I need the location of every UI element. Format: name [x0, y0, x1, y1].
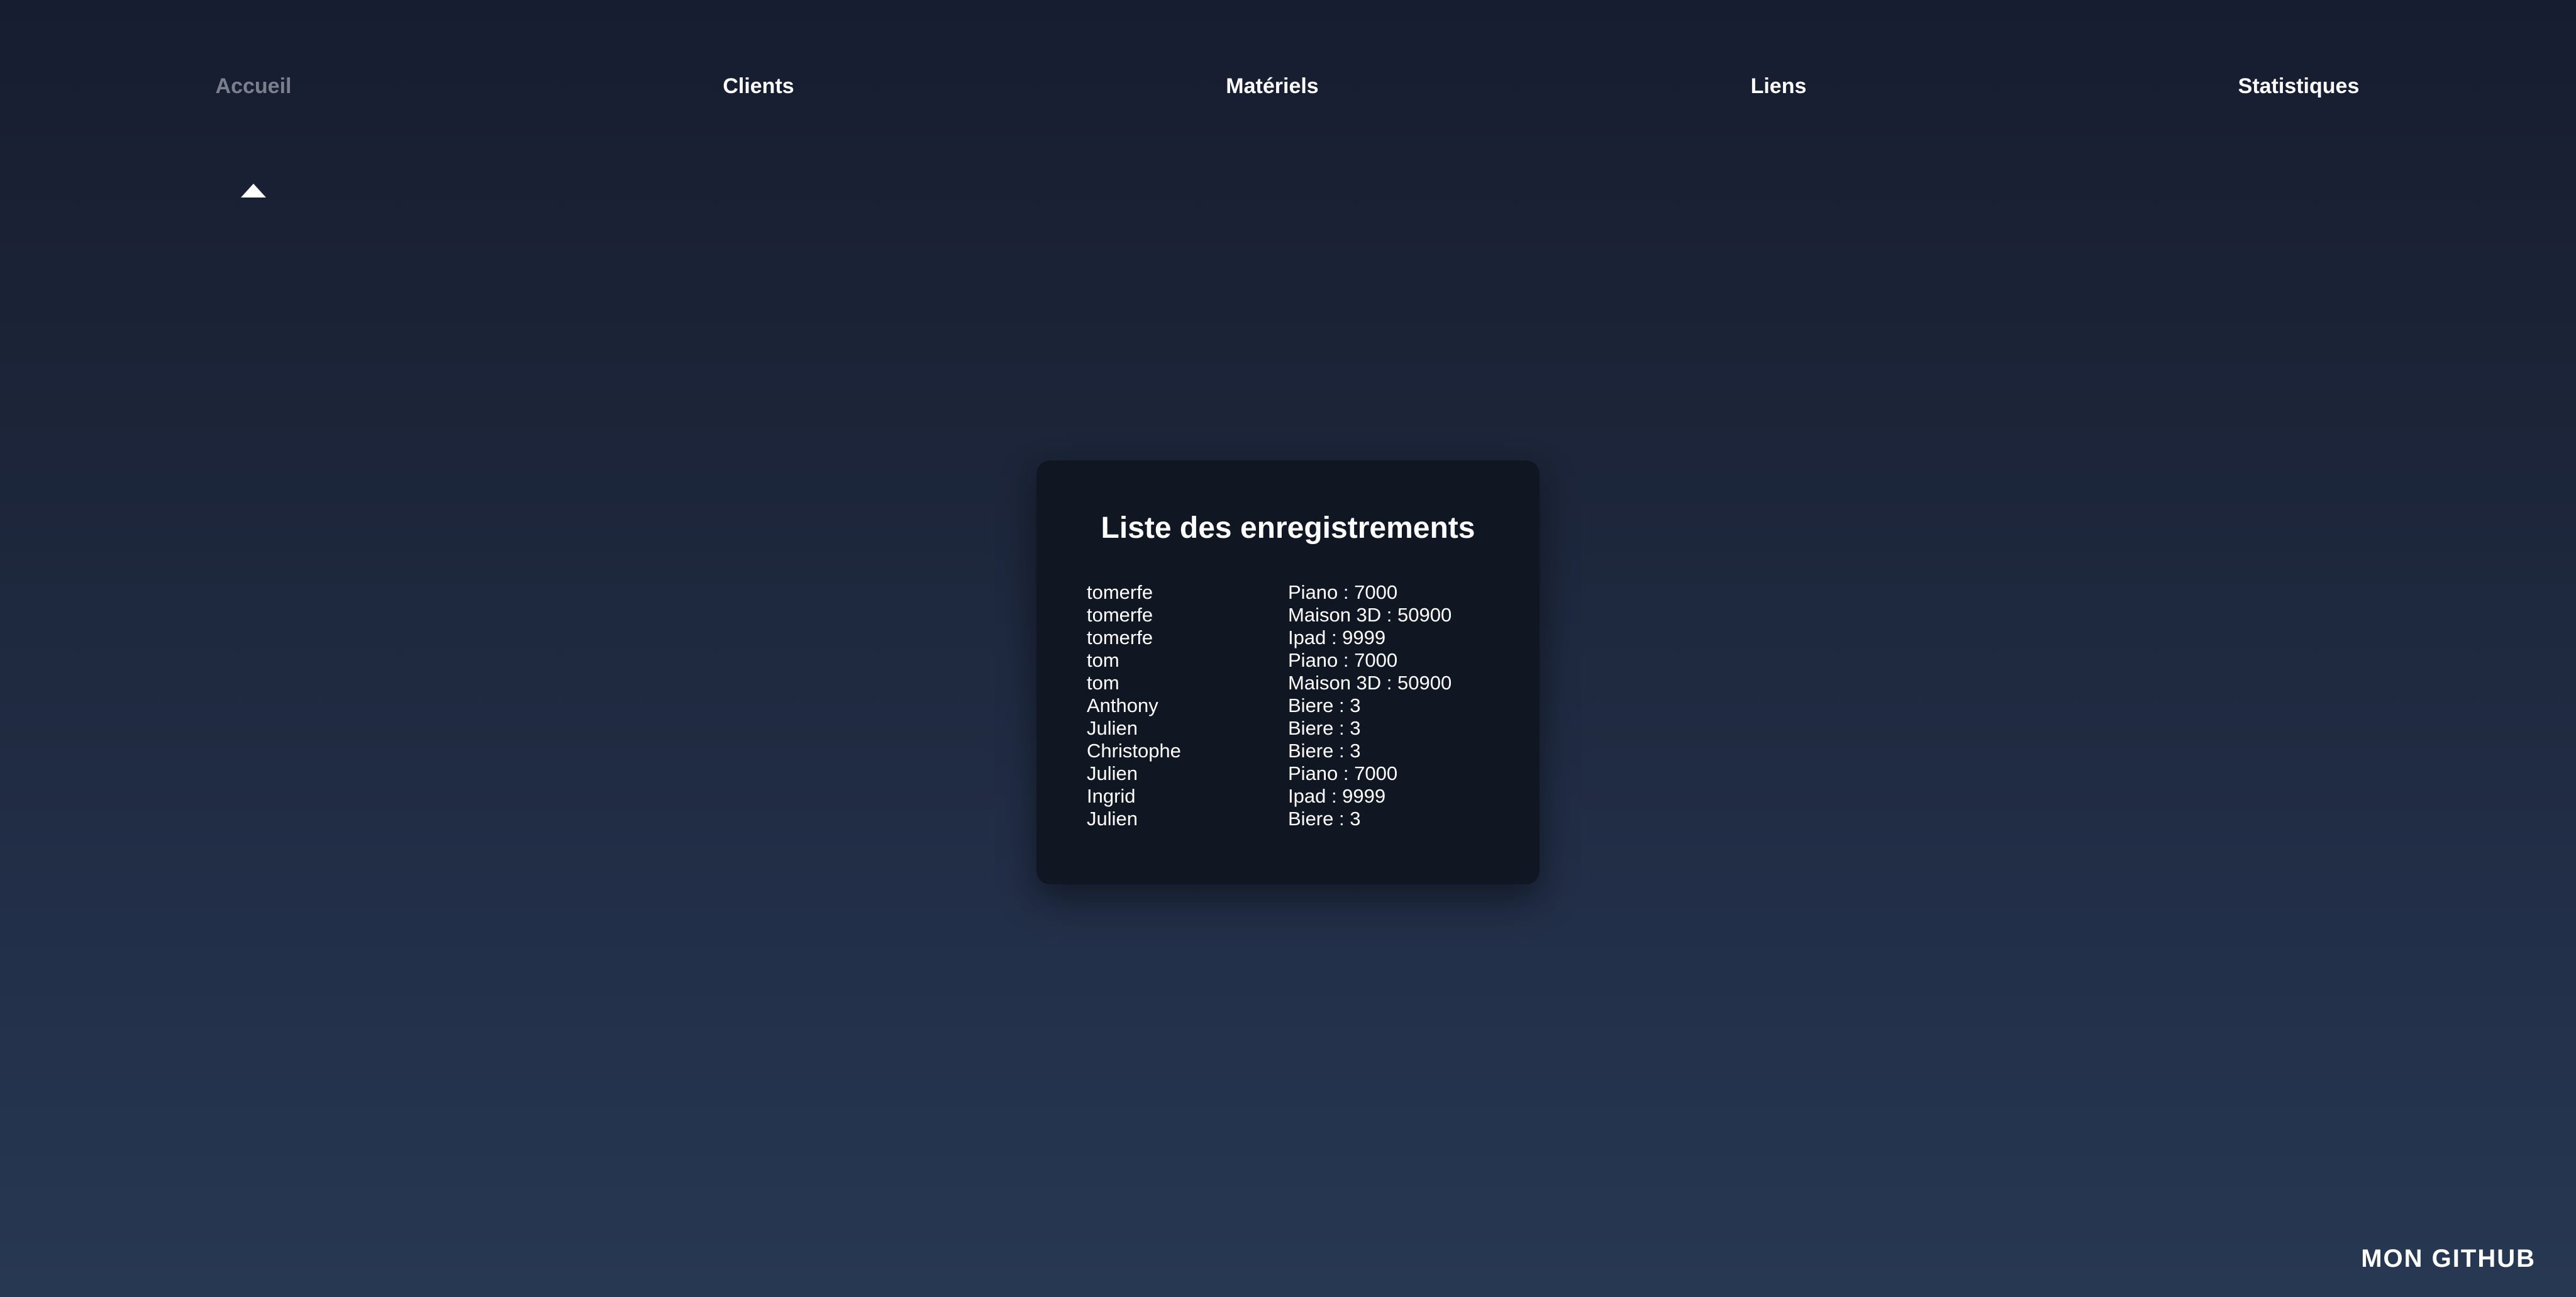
nav-item-liens[interactable]: Liens [1751, 74, 1807, 99]
record-client: Julien [1087, 762, 1138, 784]
record-client: Anthony [1087, 694, 1158, 716]
record-row: tomerfe Maison 3D : 50900 [1087, 604, 1502, 626]
record-item: Biere : 3 [1288, 740, 1361, 762]
record-client: Julien [1087, 808, 1138, 830]
record-item: Ipad : 9999 [1288, 626, 1386, 648]
record-item: Maison 3D : 50900 [1288, 672, 1452, 694]
records-list: tomerfe Piano : 7000 tomerfe Maison 3D :… [1087, 581, 1502, 830]
nav-item-statistiques[interactable]: Statistiques [2238, 74, 2360, 99]
record-item: Biere : 3 [1288, 808, 1361, 830]
record-row: tomerfe Piano : 7000 [1087, 581, 1502, 604]
record-row: tomerfe Ipad : 9999 [1087, 626, 1502, 649]
active-nav-indicator-icon [241, 184, 266, 198]
nav-item-materiels[interactable]: Matériels [1226, 74, 1318, 99]
record-item: Maison 3D : 50900 [1288, 604, 1452, 626]
github-link[interactable]: MON GITHUB [2361, 1245, 2536, 1273]
record-item: Ipad : 9999 [1288, 785, 1386, 807]
record-item: Piano : 7000 [1288, 581, 1398, 603]
record-item: Piano : 7000 [1288, 649, 1398, 671]
top-nav: Accueil Clients Matériels Liens Statisti… [0, 0, 2576, 214]
records-card-title: Liste des enregistrements [1101, 511, 1475, 545]
record-client: Julien [1087, 717, 1138, 739]
record-item: Piano : 7000 [1288, 762, 1398, 784]
record-row: tom Piano : 7000 [1087, 649, 1502, 672]
record-client: tomerfe [1087, 604, 1153, 626]
record-row: Julien Biere : 3 [1087, 808, 1502, 830]
record-client: tom [1087, 649, 1119, 671]
record-client: tomerfe [1087, 581, 1153, 603]
record-item: Biere : 3 [1288, 694, 1361, 716]
record-client: Christophe [1087, 740, 1181, 762]
record-row: Anthony Biere : 3 [1087, 694, 1502, 717]
nav-item-clients[interactable]: Clients [723, 74, 794, 99]
record-row: Julien Piano : 7000 [1087, 762, 1502, 785]
record-item: Biere : 3 [1288, 717, 1361, 739]
records-card: Liste des enregistrements tomerfe Piano … [1036, 460, 1540, 884]
record-row: Julien Biere : 3 [1087, 717, 1502, 740]
record-row: tom Maison 3D : 50900 [1087, 672, 1502, 694]
record-row: Ingrid Ipad : 9999 [1087, 785, 1502, 808]
record-client: Ingrid [1087, 785, 1136, 807]
record-client: tomerfe [1087, 626, 1153, 648]
nav-item-accueil[interactable]: Accueil [216, 74, 292, 99]
record-client: tom [1087, 672, 1119, 694]
record-row: Christophe Biere : 3 [1087, 740, 1502, 762]
